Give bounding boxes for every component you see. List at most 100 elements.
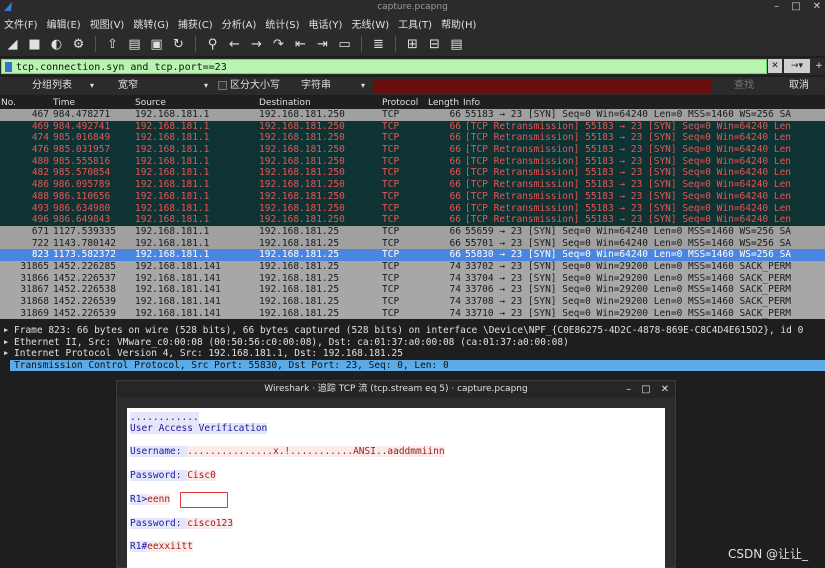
detail-tcp[interactable]: Transmission Control Protocol, Src Port:… — [10, 359, 825, 372]
stop-icon[interactable]: ■ — [26, 36, 43, 53]
add-filter-button[interactable]: + — [812, 59, 825, 73]
packet-row[interactable]: 31867 1452.226538 192.168.181.141 192.168.1… — [0, 284, 825, 296]
packet-cell-time: 985.570854 — [53, 167, 111, 179]
packet-row[interactable]: 493 986.634980 192.168.181.1 192.168.181.25… — [0, 202, 825, 215]
detail-ip[interactable]: ▶ Internet Protocol Version 4, Src: 192.1… — [0, 348, 825, 360]
packet-row[interactable]: 480 985.555816 192.168.181.1 192.168.181.25… — [0, 155, 825, 168]
search-input[interactable] — [373, 79, 711, 93]
packet-row[interactable]: 823 1173.582372 192.168.181.1 192.168.181.2… — [0, 249, 825, 261]
menu-wireless[interactable]: 无线(W) — [351, 16, 389, 31]
go-to-icon[interactable]: ↷ — [270, 36, 287, 53]
menu-capture[interactable]: 捕获(C) — [178, 16, 213, 31]
first-packet-icon[interactable]: ⇤ — [292, 36, 309, 53]
packet-cell-time: 985.016849 — [53, 132, 111, 144]
column-length[interactable]: Length — [428, 97, 459, 109]
last-packet-icon[interactable]: ⇥ — [314, 36, 331, 53]
apply-filter-button[interactable]: →▾ — [784, 59, 810, 73]
packet-cell-len: 66 — [449, 202, 461, 214]
display-filter-input[interactable]: tcp.connection.syn and tcp.port==23 — [1, 59, 767, 74]
column-time[interactable]: Time — [53, 97, 75, 109]
dialog-close-button[interactable]: ✕ — [661, 381, 669, 398]
packet-row[interactable]: 31868 1452.226539 192.168.181.141 192.168.1… — [0, 296, 825, 308]
options-gear-icon[interactable]: ⚙ — [70, 36, 87, 53]
packet-row[interactable]: 722 1143.780142 192.168.181.1 192.168.181.2… — [0, 237, 825, 250]
expand-arrow-icon[interactable]: ▶ — [4, 348, 8, 360]
column-no[interactable]: No. — [1, 97, 16, 109]
restart-icon[interactable]: ◐ — [48, 36, 65, 53]
reload-icon[interactable]: ↻ — [170, 36, 187, 53]
column-destination[interactable]: Destination — [259, 97, 311, 109]
packet-row[interactable]: 496 986.649843 192.168.181.1 192.168.181.25… — [0, 214, 825, 226]
packet-cell-proto: TCP — [382, 225, 400, 237]
detail-ethernet[interactable]: ▶ Ethernet II, Src: VMware_c0:00:08 (00:5… — [0, 337, 825, 349]
menu-file[interactable]: 文件(F) — [4, 16, 38, 31]
dialog-minimize-button[interactable]: – — [626, 381, 631, 398]
menu-tools[interactable]: 工具(T) — [398, 16, 432, 31]
packet-row[interactable]: 31865 1452.226285 192.168.181.141 192.168.1… — [0, 260, 825, 273]
packet-row[interactable]: 467 984.478271 192.168.181.1 192.168.181.25… — [0, 109, 825, 121]
menu-statistics[interactable]: 统计(S) — [265, 16, 299, 31]
packet-cell-proto: TCP — [382, 155, 400, 167]
packet-cell-len: 66 — [449, 190, 461, 202]
shark-fin-start-icon[interactable]: ◢ — [4, 36, 21, 53]
column-protocol[interactable]: Protocol — [382, 97, 418, 109]
packet-cell-info: [TCP Retransmission] 55183 → 23 [SYN] Se… — [465, 155, 792, 167]
packet-cell-info: 55183 → 23 [SYN] Seq=0 Win=64240 Len=0 M… — [465, 109, 792, 120]
back-icon[interactable]: ← — [226, 36, 243, 53]
packet-row[interactable]: 31866 1452.226537 192.168.181.141 192.168.1… — [0, 272, 825, 285]
menu-edit[interactable]: 编辑(E) — [47, 16, 81, 31]
menu-bar: 文件(F) 编辑(E) 视图(V) 跳转(G) 捕获(C) 分析(A) 统计(S… — [0, 14, 825, 32]
maximize-button[interactable]: □ — [791, 0, 800, 14]
packet-cell-proto: TCP — [382, 202, 400, 214]
clear-filter-icon[interactable]: ✕ — [768, 59, 782, 73]
packet-row[interactable]: 482 985.570854 192.168.181.1 192.168.181.25… — [0, 167, 825, 180]
search-type-select[interactable]: 字符串 ▾ — [297, 78, 369, 93]
follow-tcp-stream-dialog: Wireshark · 追踪 TCP 流 (tcp.stream eq 5) ·… — [116, 380, 676, 568]
close-file-icon[interactable]: ▣ — [148, 36, 165, 53]
file-icon[interactable]: ▤ — [126, 36, 143, 53]
column-info[interactable]: Info — [463, 97, 480, 109]
menu-telephony[interactable]: 电话(Y) — [309, 16, 343, 31]
zoom-out-icon[interactable]: ⊟ — [426, 36, 443, 53]
search-scope-select[interactable]: 分组列表 ▾ — [28, 78, 98, 93]
forward-icon[interactable]: → — [248, 36, 265, 53]
menu-view[interactable]: 视图(V) — [90, 16, 125, 31]
packet-cell-dst: 192.168.181.25 — [259, 307, 340, 319]
packet-row[interactable]: 476 985.031957 192.168.181.1 192.168.181.25… — [0, 144, 825, 156]
charset-select[interactable]: 宽窄 ▾ — [114, 78, 212, 93]
menu-analyze[interactable]: 分析(A) — [222, 16, 257, 31]
detail-frame[interactable]: ▶ Frame 823: 66 bytes on wire (528 bits),… — [0, 325, 825, 337]
packet-row[interactable]: 486 986.095789 192.168.181.1 192.168.181.25… — [0, 179, 825, 191]
packet-row[interactable]: 31869 1452.226539 192.168.181.141 192.168.1… — [0, 307, 825, 320]
packet-list[interactable]: 467 984.478271 192.168.181.1 192.168.181.25… — [0, 109, 825, 321]
close-button[interactable]: ✕ — [813, 0, 821, 14]
bookmark-icon[interactable] — [5, 62, 12, 72]
dialog-maximize-button[interactable]: □ — [641, 381, 650, 398]
packet-row[interactable]: 469 984.492741 192.168.181.1 192.168.181.25… — [0, 120, 825, 133]
packet-cell-no: 476 — [31, 144, 49, 156]
autoscroll-icon[interactable]: ▭ — [336, 36, 353, 53]
find-button[interactable]: 查找 — [716, 78, 772, 94]
expand-arrow-icon[interactable]: ▶ — [4, 337, 8, 349]
expand-arrow-icon[interactable]: ▶ — [4, 325, 8, 337]
packet-row[interactable]: 671 1127.539335 192.168.181.1 192.168.181.2… — [0, 225, 825, 238]
normal-size-icon[interactable]: ▤ — [448, 36, 465, 53]
stream-content[interactable]: ............ User Access Verification Us… — [127, 408, 665, 568]
minimize-button[interactable]: – — [774, 0, 779, 14]
packet-cell-dst: 192.168.181.250 — [259, 120, 345, 132]
column-source[interactable]: Source — [135, 97, 166, 109]
colorize-icon[interactable]: ≣ — [370, 36, 387, 53]
open-file-icon[interactable]: ⇧ — [104, 36, 121, 53]
zoom-in-icon[interactable]: ⊞ — [404, 36, 421, 53]
packet-cell-no: 31866 — [20, 272, 49, 284]
packet-row[interactable]: 488 986.110656 192.168.181.1 192.168.181.25… — [0, 190, 825, 203]
find-icon[interactable]: ⚲ — [204, 36, 221, 53]
packet-cell-dst: 192.168.181.250 — [259, 144, 345, 156]
packet-cell-no: 488 — [31, 190, 49, 202]
packet-cell-len: 74 — [449, 272, 461, 284]
packet-row[interactable]: 474 985.016849 192.168.181.1 192.168.181.25… — [0, 132, 825, 145]
menu-help[interactable]: 帮助(H) — [441, 16, 476, 31]
display-filter-value: tcp.connection.syn and tcp.port==23 — [16, 62, 227, 73]
menu-go[interactable]: 跳转(G) — [133, 16, 169, 31]
cancel-button[interactable]: 取消 — [774, 78, 824, 94]
